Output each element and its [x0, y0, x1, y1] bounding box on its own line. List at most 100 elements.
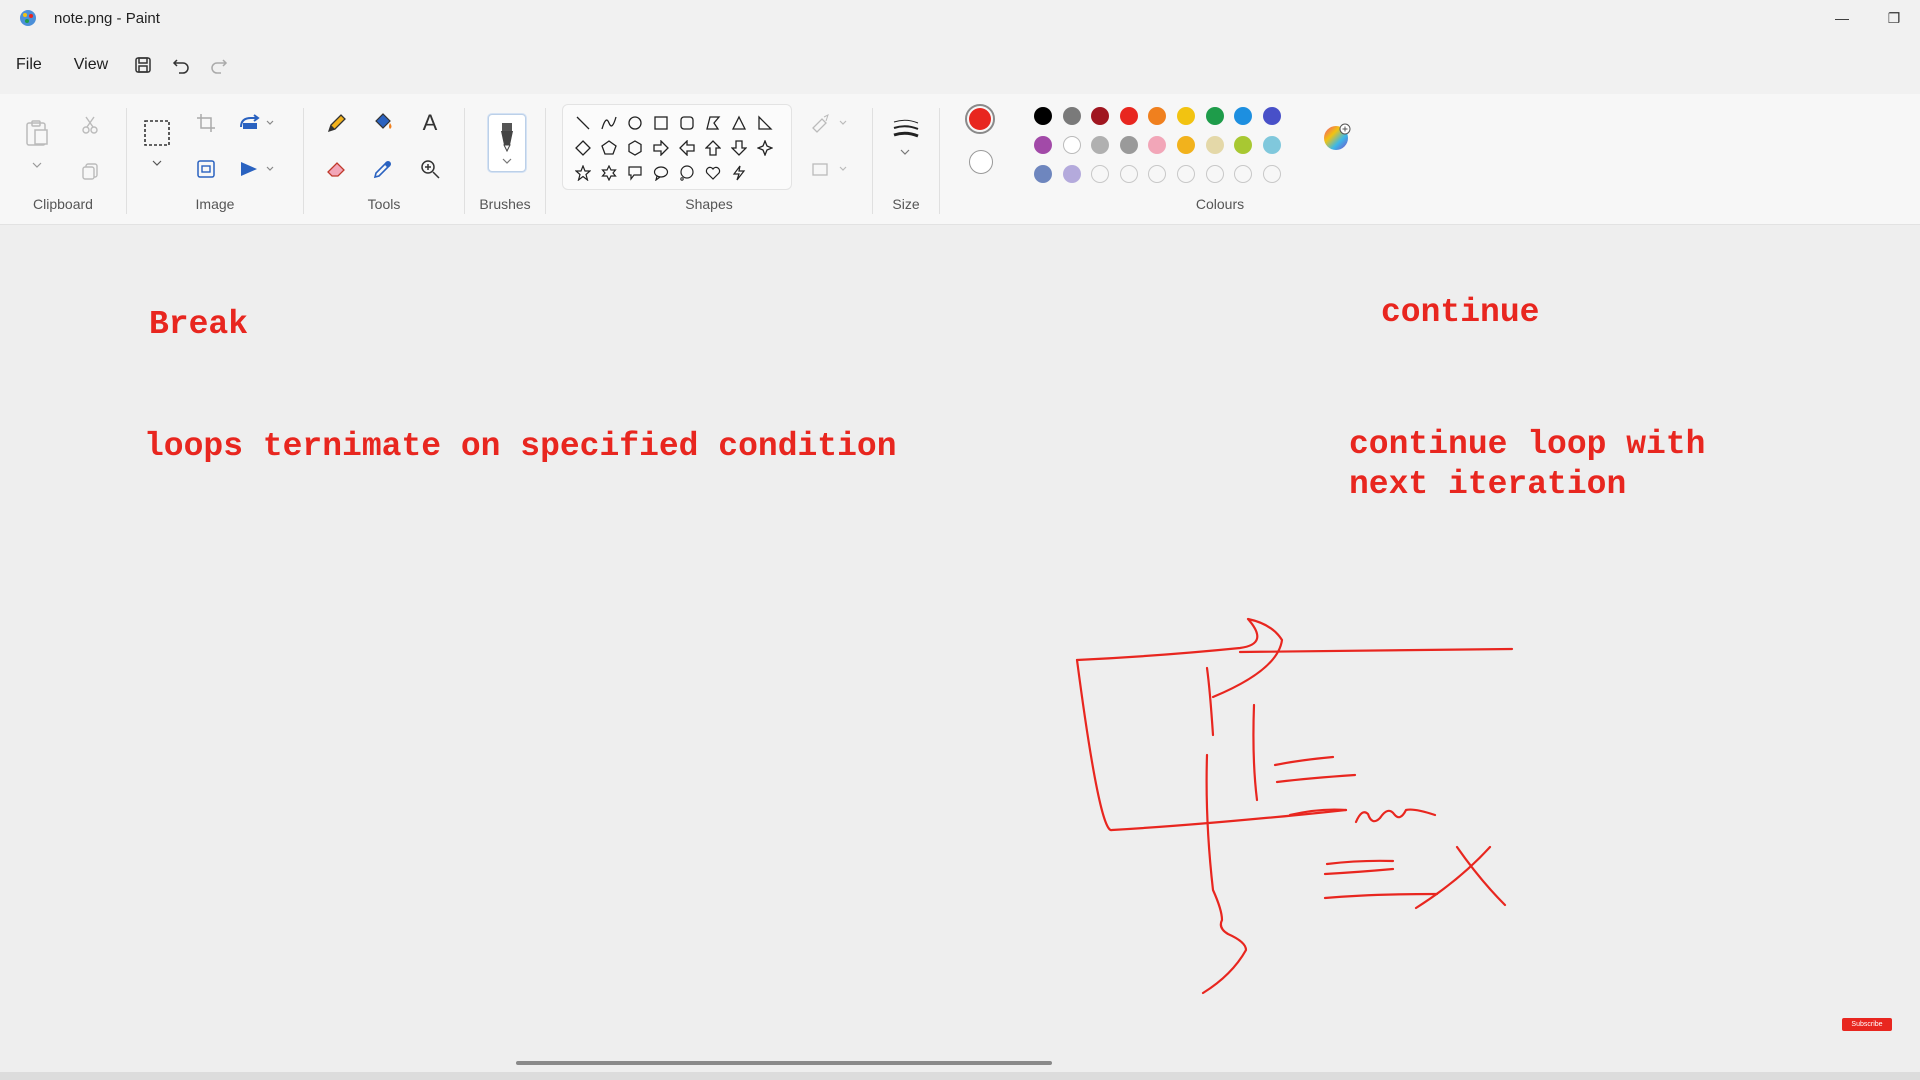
palette-colour-swatch[interactable]: [1062, 107, 1081, 125]
brush-icon: [501, 123, 513, 164]
minimize-icon: —: [1835, 10, 1849, 26]
five-point-star-shape[interactable]: [571, 161, 595, 185]
oval-callout-shape[interactable]: [649, 161, 673, 185]
menu-bar: File View: [0, 36, 1920, 94]
palette-colour-swatch[interactable]: [1034, 136, 1052, 154]
flip-button[interactable]: [234, 152, 280, 186]
right-arrow-shape[interactable]: [649, 136, 673, 160]
palette-colour-swatch[interactable]: [1205, 107, 1224, 125]
undo-button[interactable]: [162, 47, 200, 83]
crop-icon: [197, 114, 215, 132]
palette-empty-slot[interactable]: [1091, 165, 1110, 183]
up-arrow-shape[interactable]: [701, 136, 725, 160]
cloud-callout-shape[interactable]: [675, 161, 699, 185]
palette-colour-swatch[interactable]: [1234, 107, 1253, 125]
fill-button[interactable]: [366, 106, 400, 140]
view-menu[interactable]: View: [58, 47, 124, 83]
palette-colour-swatch[interactable]: [1177, 107, 1195, 125]
lightning-shape[interactable]: [727, 161, 751, 185]
shape-fill-button[interactable]: [808, 152, 852, 186]
restore-icon: ❐: [1887, 9, 1901, 26]
palette-colour-swatch[interactable]: [1177, 136, 1195, 154]
resize-button[interactable]: [189, 152, 223, 186]
left-arrow-shape[interactable]: [675, 136, 699, 160]
palette-colour-swatch[interactable]: [1262, 107, 1281, 125]
shape-outline-button[interactable]: [808, 106, 852, 140]
redo-button[interactable]: [200, 47, 238, 83]
save-button[interactable]: [124, 47, 162, 83]
palette-colour-swatch[interactable]: [1119, 136, 1138, 154]
oval-icon: [628, 116, 642, 130]
select-button[interactable]: [140, 116, 174, 150]
four-point-star-shape[interactable]: [753, 136, 777, 160]
right-triangle-icon: [758, 115, 773, 130]
rotate-button[interactable]: [234, 106, 280, 140]
diamond-shape[interactable]: [571, 136, 595, 160]
magnifier-button[interactable]: [413, 152, 447, 186]
rectangle-shape[interactable]: [649, 111, 673, 135]
paste-button[interactable]: [20, 116, 54, 150]
palette-colour-swatch[interactable]: [1119, 107, 1138, 125]
restore-button[interactable]: ❐: [1868, 0, 1920, 36]
text-button[interactable]: A: [413, 106, 447, 140]
palette-colour-swatch[interactable]: [1234, 136, 1253, 154]
hexagon-shape[interactable]: [623, 136, 647, 160]
secondary-colour-swatch[interactable]: [969, 150, 993, 174]
palette-colour-swatch[interactable]: [1091, 136, 1110, 154]
size-label: Size: [892, 196, 920, 212]
palette-colour-swatch[interactable]: [1262, 136, 1281, 154]
left-arrow-icon: [679, 140, 695, 156]
palette-colour-swatch[interactable]: [1205, 136, 1224, 154]
palette-colour-swatch[interactable]: [1034, 165, 1052, 183]
edit-colours-button[interactable]: [1320, 120, 1354, 154]
palette-colour-swatch[interactable]: [1091, 107, 1110, 125]
palette-colour-swatch[interactable]: [1062, 165, 1081, 183]
file-menu[interactable]: File: [0, 47, 58, 83]
palette-colour-swatch[interactable]: [1062, 136, 1081, 154]
palette-colour-swatch[interactable]: [1148, 136, 1167, 154]
primary-colour-swatch[interactable]: [969, 108, 991, 130]
rounded-rectangle-shape[interactable]: [675, 111, 699, 135]
heart-shape[interactable]: [701, 161, 725, 185]
size-button[interactable]: [887, 114, 925, 164]
paste-options-button[interactable]: [20, 154, 54, 176]
crop-button[interactable]: [189, 106, 223, 140]
horizontal-scrollbar[interactable]: [516, 1061, 1052, 1065]
drawing-canvas[interactable]: Break loops ternimate on specified condi…: [0, 225, 1920, 1055]
minimize-button[interactable]: —: [1816, 0, 1868, 36]
eraser-button[interactable]: [320, 152, 354, 186]
palette-colour-swatch[interactable]: [1034, 107, 1052, 125]
curve-shape[interactable]: [597, 111, 621, 135]
subscribe-badge[interactable]: Subscribe: [1842, 1018, 1892, 1031]
palette-empty-slot[interactable]: [1234, 165, 1253, 183]
cloud-callout-icon: [680, 165, 694, 181]
pentagon-shape[interactable]: [597, 136, 621, 160]
six-point-star-shape[interactable]: [597, 161, 621, 185]
pencil-icon: [327, 114, 346, 133]
cut-icon: [82, 116, 98, 134]
colour-picker-button[interactable]: [366, 152, 400, 186]
palette-empty-slot[interactable]: [1148, 165, 1167, 183]
eyedropper-icon: [373, 161, 391, 179]
palette-empty-slot[interactable]: [1177, 165, 1195, 183]
copy-button[interactable]: [73, 154, 107, 188]
six-point-star-icon: [601, 165, 617, 181]
cut-button[interactable]: [73, 108, 107, 142]
triangle-shape[interactable]: [727, 111, 751, 135]
palette-empty-slot[interactable]: [1205, 165, 1224, 183]
eraser-icon: [327, 162, 345, 177]
freehand-loop-sketch: [1075, 617, 1514, 995]
line-shape[interactable]: [571, 111, 595, 135]
palette-empty-slot[interactable]: [1262, 165, 1281, 183]
select-options-button[interactable]: [140, 152, 174, 174]
palette-empty-slot[interactable]: [1119, 165, 1138, 183]
right-arrow-icon: [653, 140, 669, 156]
brushes-button[interactable]: [488, 114, 526, 172]
oval-shape[interactable]: [623, 111, 647, 135]
polygon-shape[interactable]: [701, 111, 725, 135]
right-triangle-shape[interactable]: [753, 111, 777, 135]
pencil-button[interactable]: [320, 106, 354, 140]
palette-colour-swatch[interactable]: [1148, 107, 1167, 125]
down-arrow-shape[interactable]: [727, 136, 751, 160]
rect-callout-shape[interactable]: [623, 161, 647, 185]
